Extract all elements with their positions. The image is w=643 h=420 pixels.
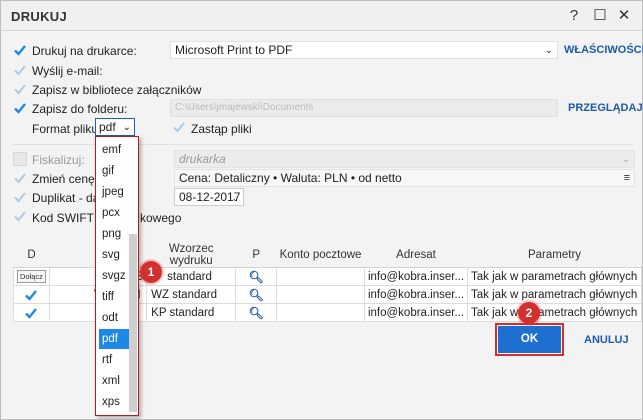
step-badge-2: 2 [518,302,540,324]
replace-checkbox[interactable] [172,120,186,134]
attach-cell[interactable]: Dołącz [13,267,50,286]
title-bar: DRUKUJ ? ☐ ✕ [1,1,642,31]
browse-link[interactable]: PRZEGLĄDAJ [568,102,643,114]
attach-button[interactable]: Dołącz [17,270,46,283]
col-template-header[interactable]: Wzorzec wydruku [146,243,236,268]
format-option[interactable]: rtf [99,350,129,370]
close-button[interactable]: ✕ [614,6,634,26]
swift-checkbox[interactable] [13,209,27,223]
print-checkbox[interactable] [13,43,27,57]
cancel-button[interactable]: ANULUJ [584,334,629,346]
format-option[interactable]: pcx [99,203,129,223]
replace-label: Zastąp pliki [191,122,252,136]
chevron-down-icon: ⌄ [621,154,630,165]
print-dialog: DRUKUJ ? ☐ ✕ Drukuj na drukarce: Microso… [0,0,643,420]
format-value: pdf [99,120,116,134]
folder-checkbox[interactable] [13,101,27,115]
search-icon[interactable]: 🔍︎ [249,288,264,302]
params-cell[interactable]: Tak jak w parametrach głównych [467,303,642,322]
recipient-cell[interactable]: info@kobra.inser... [363,303,469,322]
folder-path-field[interactable]: C:\Users\jmajewski\Documents [170,99,558,117]
format-option[interactable]: xps [99,392,129,412]
attach-cell[interactable] [13,303,50,322]
maximize-button[interactable]: ☐ [590,6,610,26]
chevron-down-icon: ⌄ [544,45,553,56]
ok-button[interactable]: OK [495,323,564,356]
email-checkbox[interactable] [13,63,27,77]
folder-path-value: C:\Users\jmajewski\Documents [175,102,314,113]
search-icon[interactable]: 🔍︎ [249,306,264,320]
price-value: Cena: Detaliczny • Waluta: PLN • od nett… [179,171,402,185]
format-option[interactable]: png [99,224,129,244]
format-option[interactable]: gif [99,161,129,181]
attach-cell[interactable] [13,285,50,304]
fiscal-label: Fiskalizuj: [32,153,85,167]
format-label: Format pliku: [32,122,102,136]
email-label: Wyślij e-mail: [32,64,103,78]
preview-cell[interactable]: 🔍︎ [235,303,278,322]
col-recipient-header[interactable]: Adresat [364,243,468,268]
col-p-header[interactable]: P [235,243,277,268]
duplicate-date-picker[interactable]: 08-12-2017 ⌄ [174,188,244,206]
menu-icon[interactable]: ≡ [624,170,630,186]
properties-link[interactable]: WŁAŚCIWOŚCI [564,44,643,56]
folder-label: Zapisz do folderu: [32,102,128,116]
template-cell[interactable]: WZ standard [146,285,237,304]
preview-cell[interactable]: 🔍︎ [235,285,278,304]
format-option[interactable]: odt [99,308,129,328]
recipient-cell[interactable]: info@kobra.inser... [363,267,469,286]
price-label: Zmień cenę: [32,172,99,186]
params-cell[interactable]: Tak jak w parametrach głównych [467,285,642,304]
recipient-cell[interactable]: info@kobra.inser... [363,285,469,304]
swift-label-suffix: kowego [140,211,182,225]
chevron-down-icon: ⌄ [122,122,131,133]
chevron-down-icon: ⌄ [231,193,239,203]
printer-value: Microsoft Print to PDF [175,43,293,57]
format-dropdown-list[interactable]: emf gif jpeg pcx png svg svgz tiff odt p… [95,136,139,416]
step-badge-1: 1 [140,261,162,283]
library-checkbox[interactable] [13,82,27,96]
library-label: Zapisz w bibliotece załączników [32,83,202,97]
format-option[interactable]: xml [99,371,129,391]
account-cell[interactable] [276,267,365,286]
col-params-header[interactable]: Parametry [467,243,642,268]
price-checkbox[interactable] [13,171,27,185]
format-select[interactable]: pdf ⌄ [95,118,135,136]
template-cell[interactable]: KP standard [146,303,237,322]
fiscal-select[interactable]: drukarka ⌄ [174,150,635,168]
format-option[interactable]: tiff [99,287,129,307]
dialog-title: DRUKUJ [11,9,67,24]
col-account-header[interactable]: Konto pocztowe [276,243,365,268]
printer-select[interactable]: Microsoft Print to PDF ⌄ [170,41,558,59]
col-d-header[interactable]: D [13,243,50,268]
preview-cell[interactable]: 🔍︎ [235,267,278,286]
print-label: Drukuj na drukarce: [32,44,137,58]
fiscal-checkbox[interactable] [13,152,27,166]
account-cell[interactable] [276,303,365,322]
price-field[interactable]: Cena: Detaliczny • Waluta: PLN • od nett… [174,169,635,187]
account-cell[interactable] [276,285,365,304]
duplicate-checkbox[interactable] [13,190,27,204]
params-cell[interactable]: Tak jak w parametrach głównych [467,267,642,286]
attach-checkbox[interactable] [24,306,38,320]
help-button[interactable]: ? [564,6,584,26]
format-option[interactable]: jpeg [99,182,129,202]
format-option[interactable]: svg [99,245,129,265]
attach-checkbox[interactable] [24,288,38,302]
search-icon[interactable]: 🔍︎ [249,270,264,284]
format-option[interactable]: svgz [99,266,129,286]
format-option-selected[interactable]: pdf [99,329,129,349]
format-option[interactable]: emf [99,140,129,160]
fiscal-value: drukarka [179,152,226,166]
dropdown-scrollbar[interactable] [129,234,137,412]
